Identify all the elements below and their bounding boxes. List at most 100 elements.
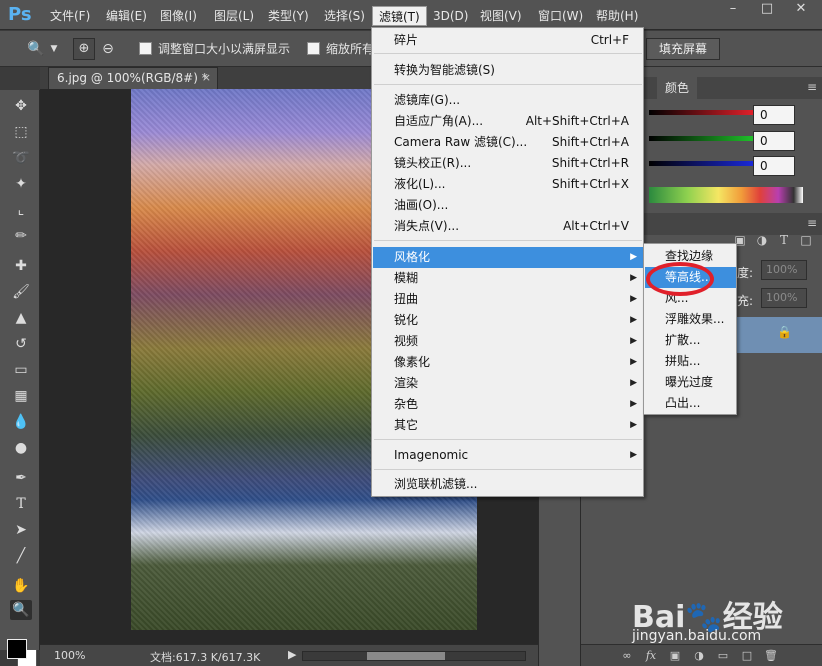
green-slider[interactable] xyxy=(649,136,753,141)
menu-item-video[interactable]: 视频 ▶ xyxy=(373,331,643,352)
menu-item-blur[interactable]: 模糊 ▶ xyxy=(373,268,643,289)
menu-item-browse-online[interactable]: 浏览联机滤镜... xyxy=(373,474,643,495)
shape-filter-icon[interactable]: □ xyxy=(797,231,815,249)
clone-stamp-tool-icon[interactable]: ▲ xyxy=(10,308,32,328)
menu-item-liquify[interactable]: 液化(L)... Shift+Ctrl+X xyxy=(373,174,643,195)
document-tab[interactable]: 6.jpg @ 100%(RGB/8#) * × xyxy=(48,67,218,89)
menu-item-stylize[interactable]: 风格化 ▶ xyxy=(373,247,643,268)
type-tool-icon[interactable]: T xyxy=(10,494,32,514)
hand-tool-icon[interactable]: ✋ xyxy=(10,576,32,596)
tab-color[interactable]: 颜色 xyxy=(657,77,698,99)
opacity-label: 度: xyxy=(737,266,754,280)
type-filter-icon[interactable]: T xyxy=(775,231,793,249)
pen-tool-icon[interactable]: ✒ xyxy=(10,468,32,488)
tool-preset-dropdown-icon[interactable]: ▼ xyxy=(48,39,60,59)
scrollbar-thumb[interactable] xyxy=(367,652,445,660)
menu-layer[interactable]: 图层(L) xyxy=(208,6,260,26)
resize-window-checkbox[interactable] xyxy=(139,42,152,55)
zoom-in-button[interactable]: ⊕ xyxy=(73,38,95,60)
menu-item-camera-raw[interactable]: Camera Raw 滤镜(C)... Shift+Ctrl+A xyxy=(373,132,643,153)
eraser-tool-icon[interactable]: ▭ xyxy=(10,360,32,380)
foreground-color-swatch[interactable] xyxy=(7,639,27,659)
marquee-tool-icon[interactable]: ⬚ xyxy=(10,122,32,142)
menu-item-label: 渲染 xyxy=(394,376,419,390)
menu-item-oil-paint[interactable]: 油画(O)... xyxy=(373,195,643,216)
brush-tool-icon[interactable]: 🖌 xyxy=(10,282,32,302)
layers-panel-menu-icon[interactable]: ≡ xyxy=(807,216,817,230)
zoom-level[interactable]: 100% xyxy=(54,649,85,662)
lasso-tool-icon[interactable]: ➰ xyxy=(10,148,32,168)
baidu-jingyan-watermark: Bai🐾经验 jingyan.baidu.com xyxy=(632,592,817,652)
fill-screen-button[interactable]: 填充屏幕 xyxy=(646,38,720,60)
gradient-tool-icon[interactable]: ▦ xyxy=(10,386,32,406)
blur-tool-icon[interactable]: 💧 xyxy=(10,412,32,432)
opacity-input[interactable]: 100% xyxy=(761,260,807,280)
menu-item-adaptive-wide-angle[interactable]: 自适应广角(A)... Alt+Shift+Ctrl+A xyxy=(373,111,643,132)
menu-item-vanishing-point[interactable]: 消失点(V)... Alt+Ctrl+V xyxy=(373,216,643,237)
menu-help[interactable]: 帮助(H) xyxy=(590,6,644,26)
zoom-tool-icon[interactable]: 🔍 xyxy=(10,600,32,620)
menu-3d[interactable]: 3D(D) xyxy=(427,6,474,26)
submenu-item-extrude[interactable]: 凸出... xyxy=(645,393,736,414)
horizontal-scrollbar[interactable] xyxy=(302,651,526,661)
history-brush-tool-icon[interactable]: ↺ xyxy=(10,334,32,354)
menu-file[interactable]: 文件(F) xyxy=(44,6,96,26)
menu-item-imagenomic[interactable]: Imagenomic ▶ xyxy=(373,445,643,466)
submenu-item-emboss[interactable]: 浮雕效果... xyxy=(645,309,736,330)
green-value[interactable]: 0 xyxy=(753,131,795,151)
submenu-arrow-icon: ▶ xyxy=(630,294,637,304)
lock-icon: 🔒 xyxy=(777,325,792,339)
crop-tool-icon[interactable]: ⌞ xyxy=(10,200,32,220)
fill-input[interactable]: 100% xyxy=(761,288,807,308)
menu-item-last-filter[interactable]: 碎片 Ctrl+F xyxy=(373,30,643,51)
menu-item-convert-smart-filter[interactable]: 转换为智能滤镜(S) xyxy=(373,60,643,81)
blue-slider[interactable] xyxy=(649,161,753,166)
zoom-all-checkbox[interactable] xyxy=(307,42,320,55)
menu-edit[interactable]: 编辑(E) xyxy=(100,6,153,26)
adjustment-filter-icon[interactable]: ◑ xyxy=(753,231,771,249)
menu-item-filter-gallery[interactable]: 滤镜库(G)... xyxy=(373,90,643,111)
healing-brush-tool-icon[interactable]: ✚ xyxy=(10,256,32,276)
status-menu-arrow-icon[interactable]: ▶ xyxy=(288,648,296,661)
move-tool-icon[interactable]: ✥ xyxy=(10,96,32,116)
menu-window[interactable]: 窗口(W) xyxy=(532,6,589,26)
menu-filter[interactable]: 滤镜(T) xyxy=(372,6,427,26)
zoom-out-icon[interactable]: ⊖ xyxy=(98,39,118,59)
menu-image[interactable]: 图像(I) xyxy=(154,6,203,26)
menu-select[interactable]: 选择(S) xyxy=(318,6,371,26)
color-spectrum[interactable] xyxy=(649,187,803,203)
submenu-item-tiles[interactable]: 拼贴... xyxy=(645,351,736,372)
red-slider[interactable] xyxy=(649,110,753,115)
magic-wand-tool-icon[interactable]: ✦ xyxy=(10,174,32,194)
menu-type[interactable]: 类型(Y) xyxy=(262,6,315,26)
zoom-in-icon: ⊕ xyxy=(78,41,90,56)
minimize-button[interactable]: – xyxy=(718,0,748,20)
blue-value[interactable]: 0 xyxy=(753,156,795,176)
menu-item-pixelate[interactable]: 像素化 ▶ xyxy=(373,352,643,373)
close-window-button[interactable]: ✕ xyxy=(786,0,816,20)
close-tab-icon[interactable]: × xyxy=(202,68,211,88)
menu-item-noise[interactable]: 杂色 ▶ xyxy=(373,394,643,415)
dodge-tool-icon[interactable]: ● xyxy=(10,438,32,458)
menu-item-label: 滤镜库(G)... xyxy=(394,93,461,107)
menu-view[interactable]: 视图(V) xyxy=(474,6,528,26)
menu-item-shortcut: Shift+Ctrl+A xyxy=(552,135,629,149)
menu-item-sharpen[interactable]: 锐化 ▶ xyxy=(373,310,643,331)
menu-item-other[interactable]: 其它 ▶ xyxy=(373,415,643,436)
line-tool-icon[interactable]: ╱ xyxy=(10,546,32,566)
fill-label: 充: xyxy=(737,294,754,308)
menu-item-render[interactable]: 渲染 ▶ xyxy=(373,373,643,394)
menu-item-label: 转换为智能滤镜(S) xyxy=(394,63,495,77)
panel-menu-icon[interactable]: ≡ xyxy=(807,80,817,94)
path-selection-tool-icon[interactable]: ➤ xyxy=(10,520,32,540)
submenu-item-diffuse[interactable]: 扩散... xyxy=(645,330,736,351)
menu-item-shortcut: Ctrl+F xyxy=(590,33,629,47)
eyedropper-tool-icon[interactable]: ✏ xyxy=(10,226,32,246)
zoom-tool-icon[interactable]: 🔍 xyxy=(26,39,46,59)
menu-item-distort[interactable]: 扭曲 ▶ xyxy=(373,289,643,310)
menu-item-lens-correction[interactable]: 镜头校正(R)... Shift+Ctrl+R xyxy=(373,153,643,174)
red-value[interactable]: 0 xyxy=(753,105,795,125)
submenu-item-solarize[interactable]: 曝光过度 xyxy=(645,372,736,393)
menu-item-label: 浏览联机滤镜... xyxy=(394,477,478,491)
maximize-button[interactable]: □ xyxy=(752,0,782,20)
